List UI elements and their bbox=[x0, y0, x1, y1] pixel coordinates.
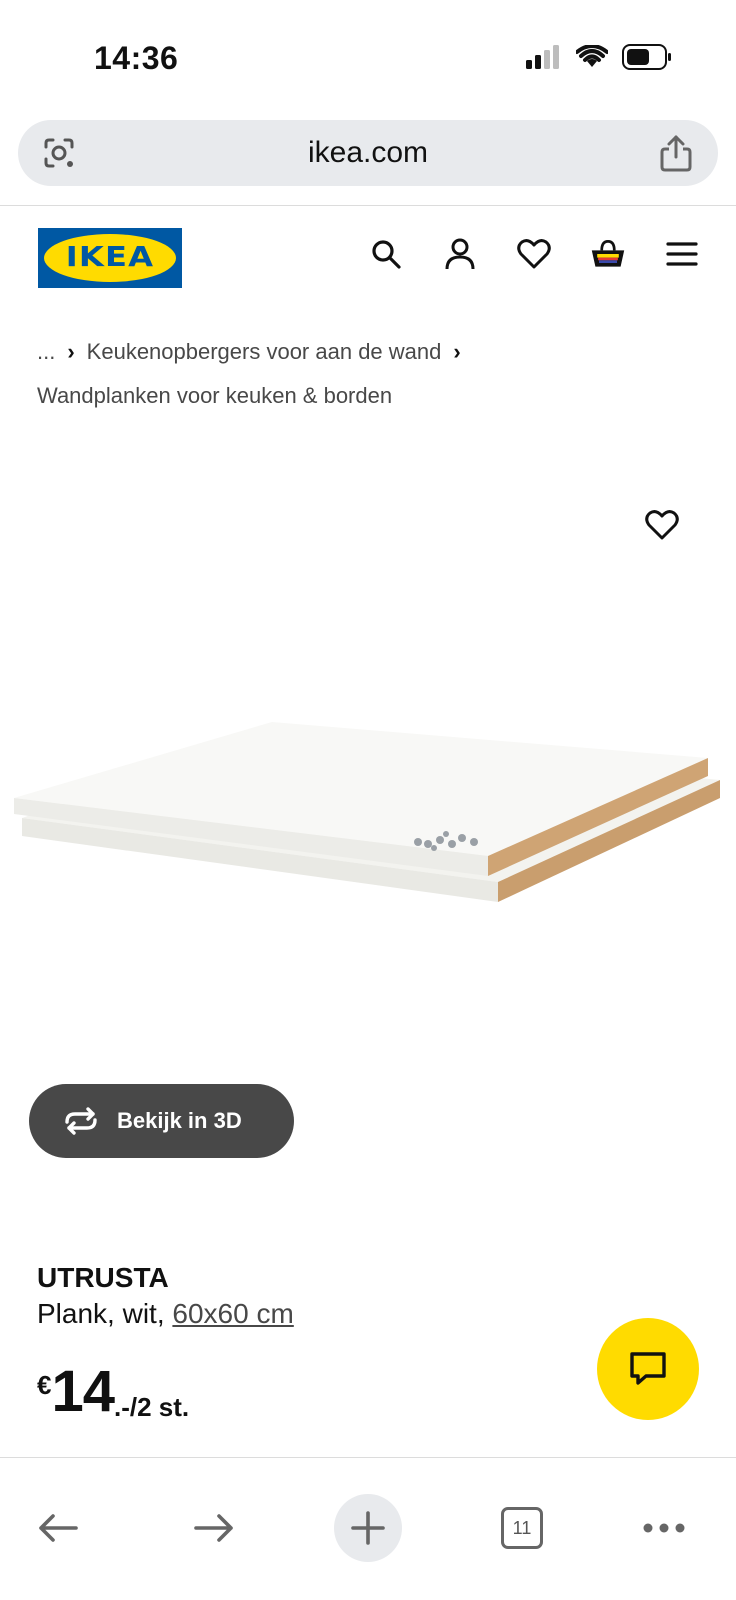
chat-bubble-icon bbox=[630, 1352, 666, 1385]
price-suffix: .-/2 st. bbox=[113, 1392, 190, 1422]
rotate-3d-icon bbox=[65, 1107, 97, 1135]
status-icons bbox=[526, 44, 672, 70]
account-icon[interactable] bbox=[442, 236, 478, 272]
chevron-right-icon: › bbox=[67, 339, 75, 364]
product-size-link[interactable]: 60x60 cm bbox=[172, 1298, 293, 1329]
url-text[interactable]: ikea.com bbox=[18, 136, 718, 170]
breadcrumb-ellipsis[interactable]: ... bbox=[37, 339, 55, 364]
price-integer: 14 bbox=[51, 1359, 115, 1424]
view-in-3d-label: Bekijk in 3D bbox=[117, 1108, 242, 1133]
share-icon[interactable] bbox=[658, 133, 694, 178]
plus-icon bbox=[351, 1511, 385, 1545]
search-icon[interactable] bbox=[368, 236, 404, 272]
shelf-image bbox=[14, 722, 720, 902]
more-options-button[interactable] bbox=[630, 1494, 698, 1562]
browser-toolbar: 11 bbox=[0, 1458, 736, 1600]
tab-switcher-button[interactable]: 11 bbox=[488, 1494, 556, 1562]
ikea-logo[interactable]: IKEA bbox=[38, 228, 182, 288]
product-image[interactable] bbox=[0, 440, 736, 1080]
product-description-text: Plank, wit, bbox=[37, 1298, 165, 1329]
wifi-icon bbox=[576, 45, 608, 67]
back-button[interactable] bbox=[24, 1494, 92, 1562]
breadcrumb: ... › Keukenopbergers voor aan de wand › Wa… bbox=[37, 330, 717, 418]
price-currency: € bbox=[37, 1370, 52, 1400]
shopping-basket-icon[interactable] bbox=[590, 236, 626, 272]
header-actions bbox=[368, 236, 700, 272]
cellular-signal-icon bbox=[526, 45, 559, 69]
view-in-3d-button[interactable]: Bekijk in 3D bbox=[29, 1084, 294, 1158]
add-to-favorites-icon[interactable] bbox=[642, 505, 682, 545]
status-time: 14:36 bbox=[94, 40, 179, 76]
breadcrumb-category-link[interactable]: Keukenopbergers voor aan de wand bbox=[87, 339, 442, 364]
breadcrumb-current-link[interactable]: Wandplanken voor keuken & borden bbox=[37, 383, 392, 408]
chat-button[interactable] bbox=[597, 1318, 699, 1420]
more-dots-icon bbox=[643, 1523, 685, 1533]
product-price: € 14 .-/2 st. bbox=[37, 1362, 189, 1423]
address-bar[interactable]: ikea.com bbox=[18, 120, 718, 186]
tab-count: 11 bbox=[501, 1507, 543, 1549]
product-name: UTRUSTA bbox=[37, 1262, 169, 1293]
favorites-heart-icon[interactable] bbox=[516, 236, 552, 272]
arrow-left-icon bbox=[39, 1514, 78, 1542]
status-bar: 14:36 bbox=[0, 0, 736, 110]
product-description: Plank, wit, 60x60 cm bbox=[37, 1298, 294, 1330]
new-tab-button[interactable] bbox=[334, 1494, 402, 1562]
site-header: IKEA bbox=[0, 206, 736, 302]
menu-icon[interactable] bbox=[664, 236, 700, 272]
chevron-right-icon: › bbox=[453, 339, 461, 364]
forward-button[interactable] bbox=[180, 1494, 248, 1562]
battery-icon bbox=[622, 44, 671, 70]
arrow-right-icon bbox=[194, 1514, 233, 1542]
logo-wordmark: IKEA bbox=[65, 240, 155, 273]
